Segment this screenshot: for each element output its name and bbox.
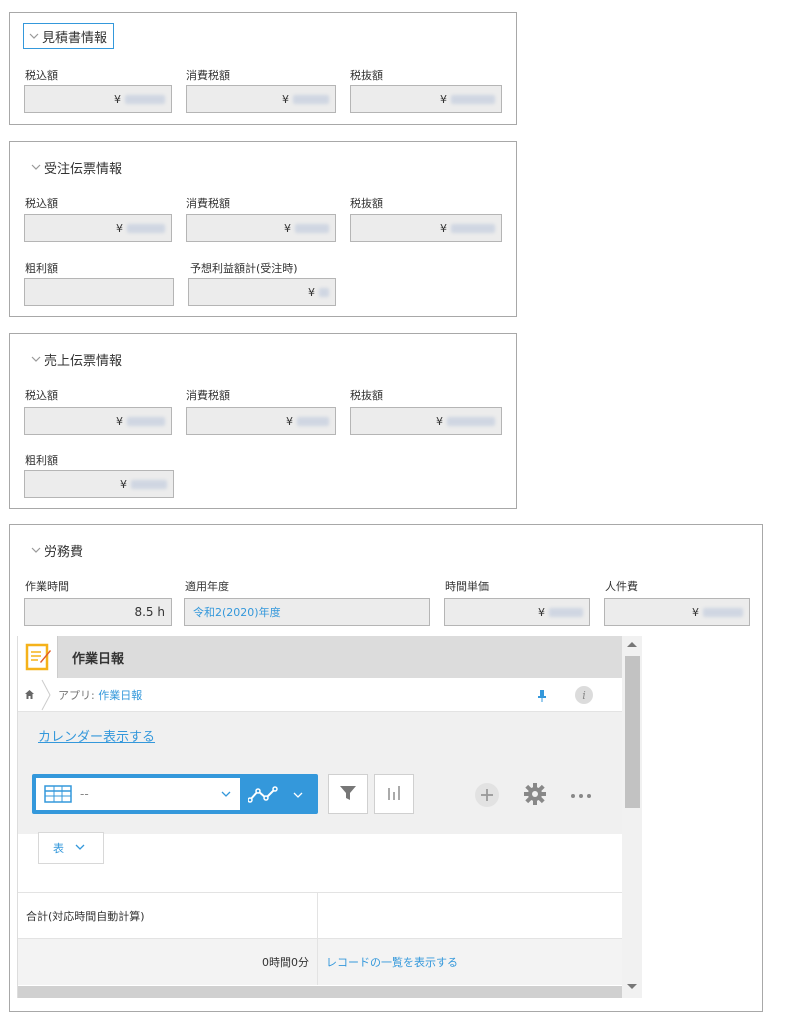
sales-tax-included-field: ¥ (24, 407, 172, 435)
estimate-consumption-tax-field: ¥ (186, 85, 336, 113)
scroll-up-arrow[interactable] (627, 642, 637, 647)
view-selector[interactable]: -- (32, 774, 318, 814)
breadcrumb-app-link[interactable]: 作業日報 (98, 689, 142, 702)
line-graph-icon (247, 786, 284, 807)
chevron-down-icon (30, 544, 42, 556)
labor-section-toggle[interactable]: 労務費 (30, 537, 83, 563)
gear-icon[interactable] (523, 782, 547, 809)
order-gross-profit-label: 粗利額 (25, 262, 58, 275)
chevron-down-icon (30, 161, 42, 173)
info-icon[interactable]: i (575, 686, 593, 704)
table-select-dropdown[interactable]: 表 (38, 832, 104, 864)
personnel-cost-field: ¥ (604, 598, 750, 626)
work-hours-label: 作業時間 (25, 580, 69, 593)
estimate-tax-excluded-label: 税抜額 (350, 69, 383, 82)
graph-button[interactable] (374, 774, 414, 814)
estimate-tax-included-field: ¥ (24, 85, 172, 113)
graph-view-button[interactable] (247, 786, 304, 807)
chevron-down-icon (74, 841, 86, 856)
order-expected-profit-label: 予想利益額計(受注時) (190, 262, 298, 275)
order-gross-profit-field (24, 278, 174, 306)
view-toolbar: -- (18, 758, 622, 834)
vertical-scrollbar[interactable] (622, 636, 642, 998)
record-list-cell: レコードの一覧を表示する (318, 939, 622, 985)
calendar-view-link[interactable]: カレンダー表示する (38, 726, 155, 745)
table-view-icon (44, 785, 72, 803)
sales-gross-profit-field: ¥ (24, 470, 174, 498)
scroll-down-arrow[interactable] (627, 984, 637, 989)
estimate-section-title: 見積書情報 (42, 30, 108, 46)
labor-section-title: 労務費 (44, 544, 84, 560)
fiscal-year-label: 適用年度 (185, 580, 229, 593)
order-section-title: 受注伝票情報 (44, 161, 123, 177)
table-header-row: 合計(対応時間自動計算) (18, 893, 622, 939)
chevron-down-icon (30, 353, 42, 365)
filter-button[interactable] (328, 774, 368, 814)
breadcrumb-separator (40, 678, 52, 712)
estimate-tax-included-label: 税込額 (25, 69, 58, 82)
order-consumption-tax-field: ¥ (186, 214, 336, 242)
personnel-cost-label: 人件費 (605, 580, 638, 593)
sales-tax-excluded-label: 税抜額 (350, 389, 383, 402)
chevron-down-icon (292, 789, 304, 804)
calendar-bar: カレンダー表示する (18, 712, 622, 758)
hourly-rate-label: 時間単価 (445, 580, 489, 593)
order-expected-profit-field: ¥ (188, 278, 336, 306)
estimate-tax-excluded-field: ¥ (350, 85, 502, 113)
breadcrumb-app: アプリ: 作業日報 (58, 688, 143, 702)
table-row: 0時間0分 レコードの一覧を表示する (18, 939, 622, 985)
sales-gross-profit-label: 粗利額 (25, 454, 58, 467)
sales-panel: 売上伝票情報 税込額 消費税額 税抜額 ¥ ¥ ¥ 粗利額 ¥ (9, 333, 517, 509)
work-hours-field: 8.5 h (24, 598, 172, 626)
chevron-down-icon (220, 788, 232, 803)
pin-icon[interactable] (537, 689, 547, 706)
order-tax-excluded-field: ¥ (350, 214, 502, 242)
sales-section-title: 売上伝票情報 (44, 353, 123, 369)
more-options-icon[interactable] (570, 788, 592, 802)
app-title: 作業日報 (72, 651, 125, 667)
sales-consumption-tax-field: ¥ (186, 407, 336, 435)
bar-chart-icon (385, 784, 403, 805)
embedded-app: 作業日報 アプリ: 作業日報 i カレンダー表示する -- 表 合計(対応時間自… (17, 636, 642, 998)
record-list-link[interactable]: レコードの一覧を表示する (326, 954, 458, 970)
sales-tax-excluded-field: ¥ (350, 407, 502, 435)
view-name: -- (80, 787, 89, 801)
breadcrumb: アプリ: 作業日報 i (18, 678, 622, 712)
hourly-rate-field: ¥ (444, 598, 590, 626)
order-section-toggle[interactable]: 受注伝票情報 (30, 154, 122, 180)
table-header-empty-cell (318, 893, 622, 938)
order-tax-excluded-label: 税抜額 (350, 197, 383, 210)
sales-consumption-tax-label: 消費税額 (186, 389, 230, 402)
table-header-cell: 合計(対応時間自動計算) (18, 893, 318, 938)
chevron-down-icon (28, 30, 40, 42)
estimate-consumption-tax-label: 消費税額 (186, 69, 230, 82)
bottom-strip (18, 986, 622, 998)
order-consumption-tax-label: 消費税額 (186, 197, 230, 210)
order-tax-included-field: ¥ (24, 214, 172, 242)
estimate-section-toggle[interactable]: 見積書情報 (23, 23, 115, 49)
scrollbar-thumb[interactable] (625, 656, 640, 808)
app-header: 作業日報 (18, 636, 622, 678)
sales-tax-included-label: 税込額 (25, 389, 58, 402)
notepad-icon (18, 636, 58, 678)
estimate-panel: 見積書情報 税込額 消費税額 税抜額 ¥ ¥ ¥ (9, 12, 517, 125)
summary-table: 合計(対応時間自動計算) 0時間0分 レコードの一覧を表示する (18, 892, 622, 985)
sales-section-toggle[interactable]: 売上伝票情報 (30, 346, 122, 372)
add-record-icon[interactable] (474, 782, 500, 811)
fiscal-year-field[interactable]: 令和2(2020)年度 (184, 598, 430, 626)
total-time-cell: 0時間0分 (18, 939, 318, 985)
view-dropdown[interactable]: -- (36, 778, 240, 810)
order-tax-included-label: 税込額 (25, 197, 58, 210)
filter-icon (338, 783, 358, 806)
order-panel: 受注伝票情報 税込額 消費税額 税抜額 ¥ ¥ ¥ 粗利額 予想利益額計(受注時… (9, 141, 517, 317)
home-icon[interactable] (18, 689, 40, 700)
